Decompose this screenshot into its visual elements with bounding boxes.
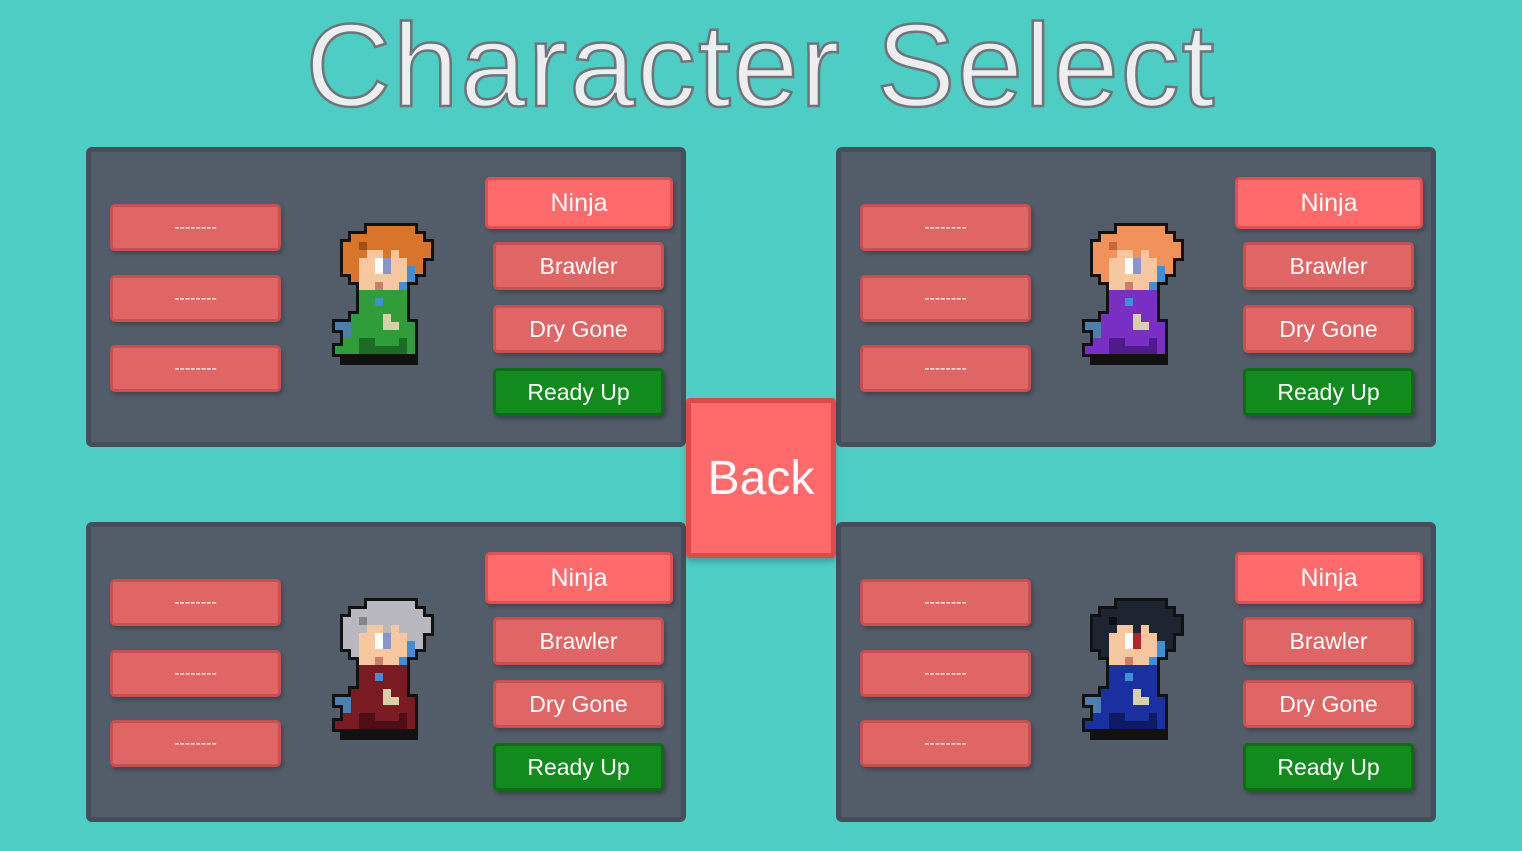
dry-gone-button[interactable]: Dry Gone bbox=[1243, 305, 1414, 353]
character-sprite bbox=[331, 222, 451, 382]
slot-3-button[interactable]: -------- bbox=[110, 720, 281, 767]
sprite-image bbox=[1082, 223, 1184, 365]
sprite-image bbox=[332, 223, 434, 365]
slot-1-button[interactable]: -------- bbox=[860, 204, 1031, 251]
brawler-button[interactable]: Brawler bbox=[493, 617, 664, 665]
ready-up-button[interactable]: Ready Up bbox=[493, 368, 664, 416]
dry-gone-button[interactable]: Dry Gone bbox=[493, 680, 664, 728]
slot-3-button[interactable]: -------- bbox=[860, 720, 1031, 767]
ninja-button[interactable]: Ninja bbox=[485, 552, 673, 604]
player-3-panel: -------- -------- -------- Ninja Brawler… bbox=[86, 522, 686, 822]
slot-2-button[interactable]: -------- bbox=[110, 650, 281, 697]
ready-up-button[interactable]: Ready Up bbox=[1243, 743, 1414, 791]
player-1-panel: -------- -------- -------- Ninja Brawler… bbox=[86, 147, 686, 447]
dry-gone-button[interactable]: Dry Gone bbox=[1243, 680, 1414, 728]
slot-1-button[interactable]: -------- bbox=[860, 579, 1031, 626]
slot-3-button[interactable]: -------- bbox=[110, 345, 281, 392]
page-title: Character Select bbox=[304, 0, 1217, 132]
back-button[interactable]: Back bbox=[686, 398, 836, 558]
character-sprite bbox=[1081, 222, 1201, 382]
player-2-panel: -------- -------- -------- Ninja Brawler… bbox=[836, 147, 1436, 447]
dry-gone-button[interactable]: Dry Gone bbox=[493, 305, 664, 353]
brawler-button[interactable]: Brawler bbox=[1243, 617, 1414, 665]
brawler-button[interactable]: Brawler bbox=[493, 242, 664, 290]
slot-2-button[interactable]: -------- bbox=[110, 275, 281, 322]
character-sprite bbox=[1081, 597, 1201, 757]
ninja-button[interactable]: Ninja bbox=[485, 177, 673, 229]
brawler-button[interactable]: Brawler bbox=[1243, 242, 1414, 290]
slot-1-button[interactable]: -------- bbox=[110, 204, 281, 251]
ninja-button[interactable]: Ninja bbox=[1235, 177, 1423, 229]
slot-2-button[interactable]: -------- bbox=[860, 650, 1031, 697]
slot-2-button[interactable]: -------- bbox=[860, 275, 1031, 322]
sprite-image bbox=[332, 598, 434, 740]
player-4-panel: -------- -------- -------- Ninja Brawler… bbox=[836, 522, 1436, 822]
character-sprite bbox=[331, 597, 451, 757]
ready-up-button[interactable]: Ready Up bbox=[493, 743, 664, 791]
ready-up-button[interactable]: Ready Up bbox=[1243, 368, 1414, 416]
slot-1-button[interactable]: -------- bbox=[110, 579, 281, 626]
slot-3-button[interactable]: -------- bbox=[860, 345, 1031, 392]
ninja-button[interactable]: Ninja bbox=[1235, 552, 1423, 604]
sprite-image bbox=[1082, 598, 1184, 740]
